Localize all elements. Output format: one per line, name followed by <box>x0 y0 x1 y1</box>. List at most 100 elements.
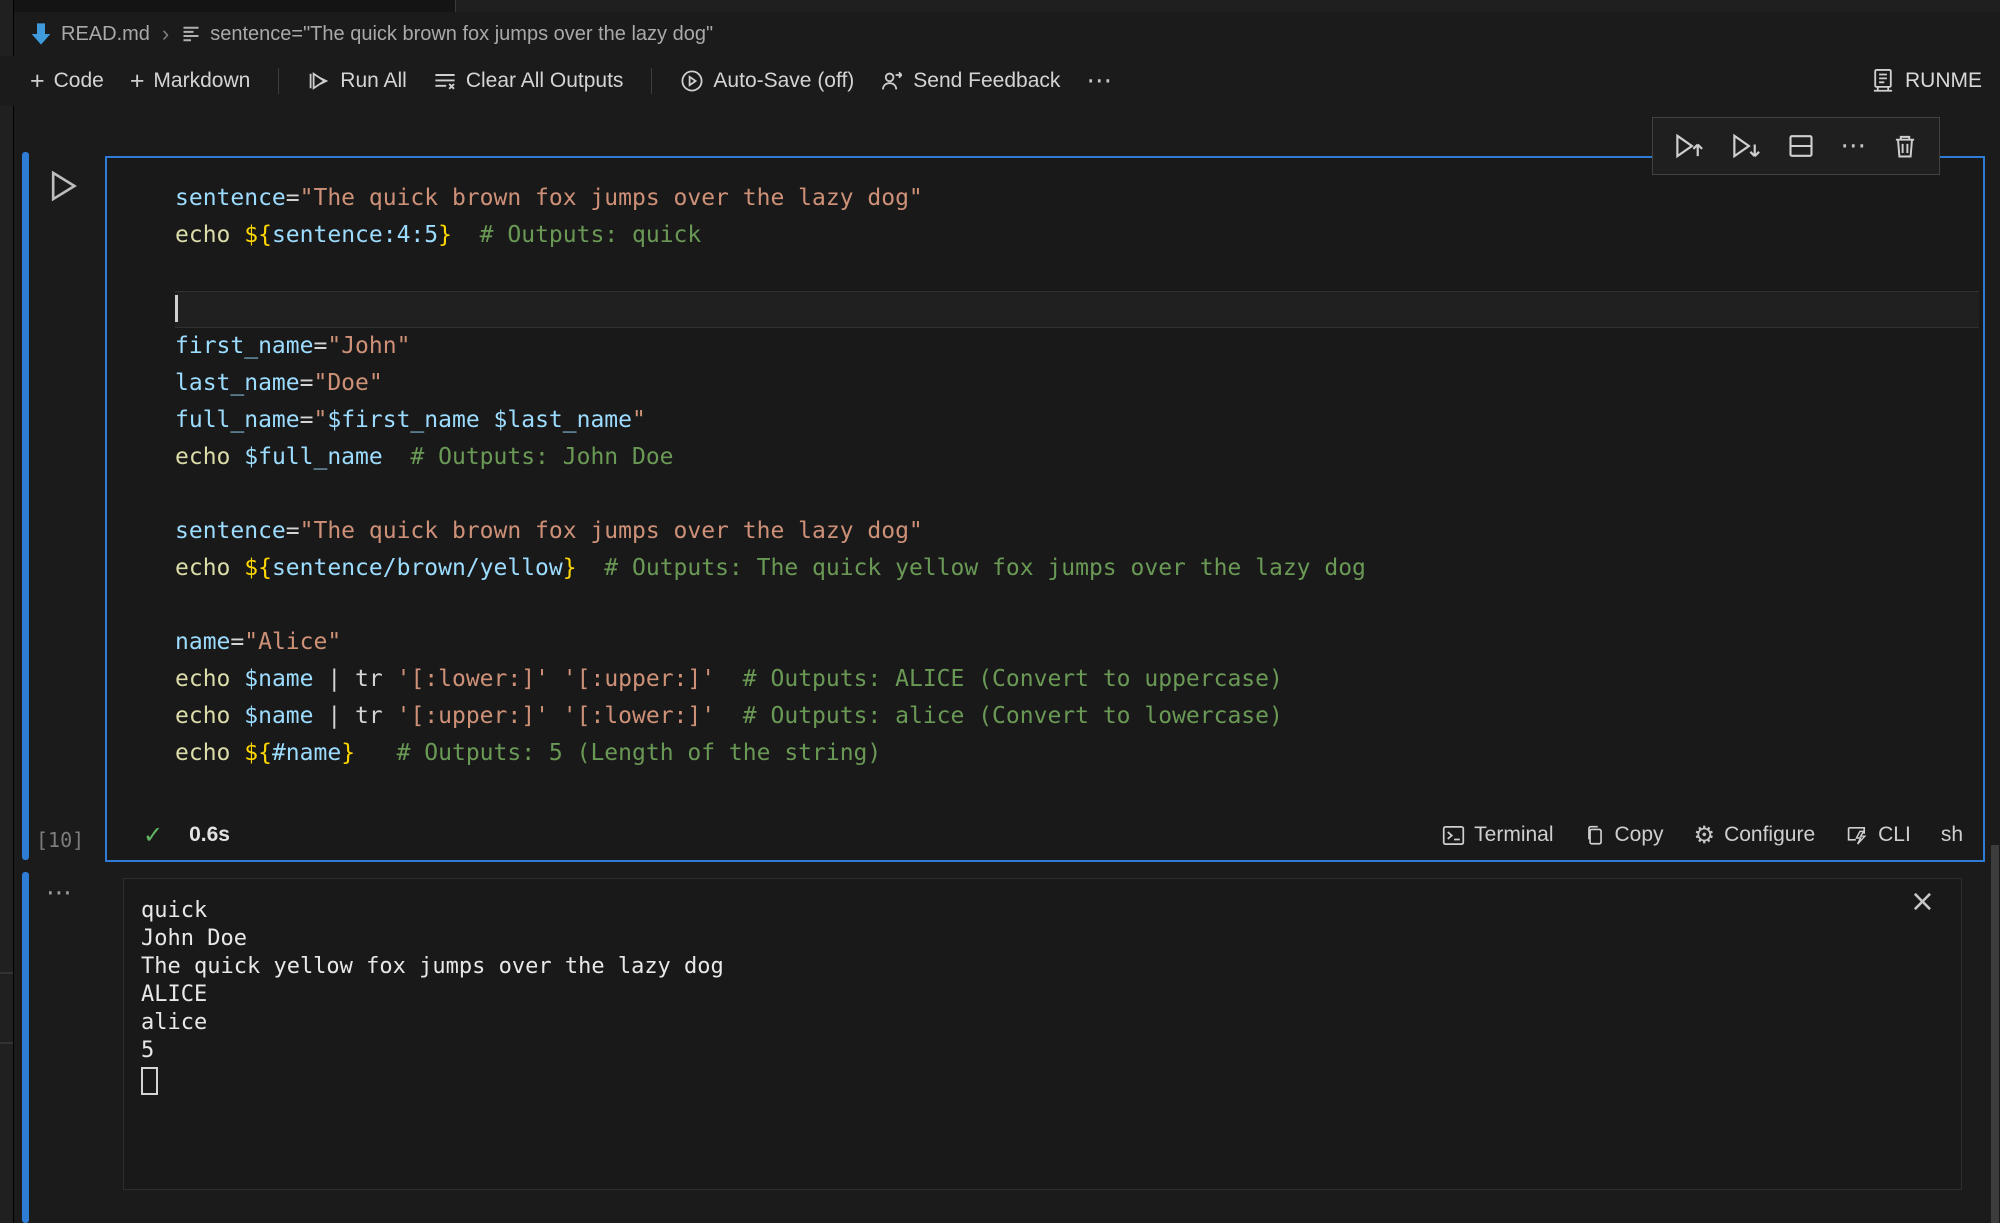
terminal-button[interactable]: Terminal <box>1442 823 1553 847</box>
code-line[interactable] <box>175 291 1979 328</box>
breadcrumb-section[interactable]: sentence="The quick brown fox jumps over… <box>181 23 713 46</box>
terminal-output: quickJohn DoeThe quick yellow fox jumps … <box>141 897 724 1103</box>
code-token: first_name <box>175 333 313 359</box>
delete-cell-button[interactable] <box>1891 132 1919 160</box>
output-line: The quick yellow fox jumps over the lazy… <box>141 953 724 981</box>
text-caret <box>175 295 178 322</box>
code-line[interactable]: echo $name | tr '[:lower:]' '[:upper:]' … <box>175 661 1979 698</box>
code-token <box>480 407 494 433</box>
output-focus-bar[interactable] <box>22 872 29 1223</box>
code-token: '[:lower:]' <box>563 703 715 729</box>
code-line[interactable]: echo ${sentence:4:5} # Outputs: quick <box>175 217 1979 254</box>
code-token: echo <box>175 222 230 248</box>
run-cell-button[interactable] <box>46 168 80 204</box>
send-feedback-button[interactable]: Send Feedback <box>880 69 1060 93</box>
code-line[interactable]: echo ${#name} # Outputs: 5 (Length of th… <box>175 735 1979 772</box>
autosave-toggle[interactable]: Auto-Save (off) <box>680 69 854 93</box>
code-token: full_name <box>175 407 300 433</box>
code-token: echo <box>175 555 230 581</box>
code-token: name <box>175 629 230 655</box>
code-token: echo <box>175 740 230 766</box>
output-line: quick <box>141 897 724 925</box>
code-token: = <box>300 370 314 396</box>
code-token: sentence <box>175 185 286 211</box>
add-code-button[interactable]: + Code <box>30 69 104 94</box>
breadcrumb-file[interactable]: READ.md <box>30 22 150 46</box>
copy-button[interactable]: Copy <box>1584 823 1664 847</box>
cli-button[interactable]: CLI <box>1845 823 1911 847</box>
success-check-icon: ✓ <box>143 821 163 849</box>
code-token: echo <box>175 444 230 470</box>
code-token <box>549 703 563 729</box>
runme-kernel-badge[interactable]: RUNME <box>1871 56 1982 106</box>
code-line[interactable]: sentence="The quick brown fox jumps over… <box>175 513 1979 550</box>
plus-icon: + <box>130 69 145 94</box>
execution-duration: 0.6s <box>189 823 230 847</box>
code-line[interactable]: sentence="The quick brown fox jumps over… <box>175 180 1979 217</box>
split-cell-button[interactable] <box>1786 132 1816 160</box>
execute-below-button[interactable] <box>1730 131 1762 161</box>
symbol-list-icon <box>181 24 201 44</box>
code-line[interactable] <box>175 254 1979 291</box>
code-token: '[:upper:]' <box>397 703 549 729</box>
editor-scrollbar[interactable] <box>1991 845 1999 1223</box>
code-cell[interactable]: sentence="The quick brown fox jumps over… <box>105 156 1985 862</box>
code-token: echo <box>175 703 230 729</box>
code-line[interactable]: first_name="John" <box>175 328 1979 365</box>
terminal-icon <box>1442 824 1465 847</box>
gutter-mark <box>0 972 13 974</box>
code-line[interactable]: last_name="Doe" <box>175 365 1979 402</box>
cell-more-actions-button[interactable]: ⋯ <box>1840 131 1866 161</box>
cell-status-bar: ✓ 0.6s Terminal Copy ⚙ Configure <box>109 812 1981 858</box>
add-markdown-button[interactable]: + Markdown <box>130 69 250 94</box>
cell-language-label[interactable]: sh <box>1941 823 1963 847</box>
cell-focus-bar[interactable] <box>22 152 29 860</box>
code-line[interactable]: echo $name | tr '[:upper:]' '[:lower:]' … <box>175 698 1979 735</box>
code-token: = <box>230 629 244 655</box>
cli-icon <box>1845 823 1869 847</box>
code-token: # Outputs: John Doe <box>383 444 674 470</box>
output-line: ALICE <box>141 981 724 1009</box>
code-token <box>230 666 244 692</box>
copy-icon <box>1584 824 1606 847</box>
code-token: #name <box>272 740 341 766</box>
notebook-toolbar: + Code + Markdown Run All Clear All Outp… <box>0 56 2000 106</box>
cell-output[interactable]: quickJohn DoeThe quick yellow fox jumps … <box>123 878 1962 1190</box>
autosave-icon <box>680 69 704 93</box>
output-menu-button[interactable]: ⋯ <box>46 878 74 908</box>
code-token: " <box>313 407 327 433</box>
run-all-button[interactable]: Run All <box>307 69 407 93</box>
close-icon[interactable]: × <box>1910 887 1935 917</box>
code-editor[interactable]: sentence="The quick brown fox jumps over… <box>107 180 1979 772</box>
output-line: John Doe <box>141 925 724 953</box>
code-token: # Outputs: quick <box>452 222 701 248</box>
code-token: = <box>300 407 314 433</box>
code-line[interactable] <box>175 476 1979 513</box>
run-below-icon <box>1730 131 1762 161</box>
execute-above-button[interactable] <box>1673 131 1705 161</box>
play-icon <box>46 168 80 204</box>
terminal-cursor <box>141 1067 158 1095</box>
code-line[interactable]: echo $full_name # Outputs: John Doe <box>175 439 1979 476</box>
feedback-person-icon <box>880 69 904 93</box>
toolbar-divider <box>651 68 652 94</box>
plus-icon: + <box>30 69 45 94</box>
code-token: } <box>438 222 452 248</box>
code-line[interactable]: full_name="$first_name $last_name" <box>175 402 1979 439</box>
code-line[interactable]: name="Alice" <box>175 624 1979 661</box>
output-line: alice <box>141 1009 724 1037</box>
code-token: " <box>632 407 646 433</box>
code-token <box>549 666 563 692</box>
configure-button[interactable]: ⚙ Configure <box>1694 821 1816 849</box>
runme-brand-icon <box>1871 68 1895 94</box>
code-line[interactable] <box>175 587 1979 624</box>
clear-all-outputs-button[interactable]: Clear All Outputs <box>433 69 624 93</box>
code-token <box>230 740 244 766</box>
code-token: "Doe" <box>313 370 382 396</box>
split-cell-icon <box>1786 132 1816 160</box>
code-line[interactable]: echo ${sentence/brown/yellow} # Outputs:… <box>175 550 1979 587</box>
trash-icon <box>1891 132 1919 160</box>
gutter-mark <box>0 1042 13 1044</box>
code-token <box>230 703 244 729</box>
more-actions-button[interactable]: ⋯ <box>1086 66 1112 96</box>
